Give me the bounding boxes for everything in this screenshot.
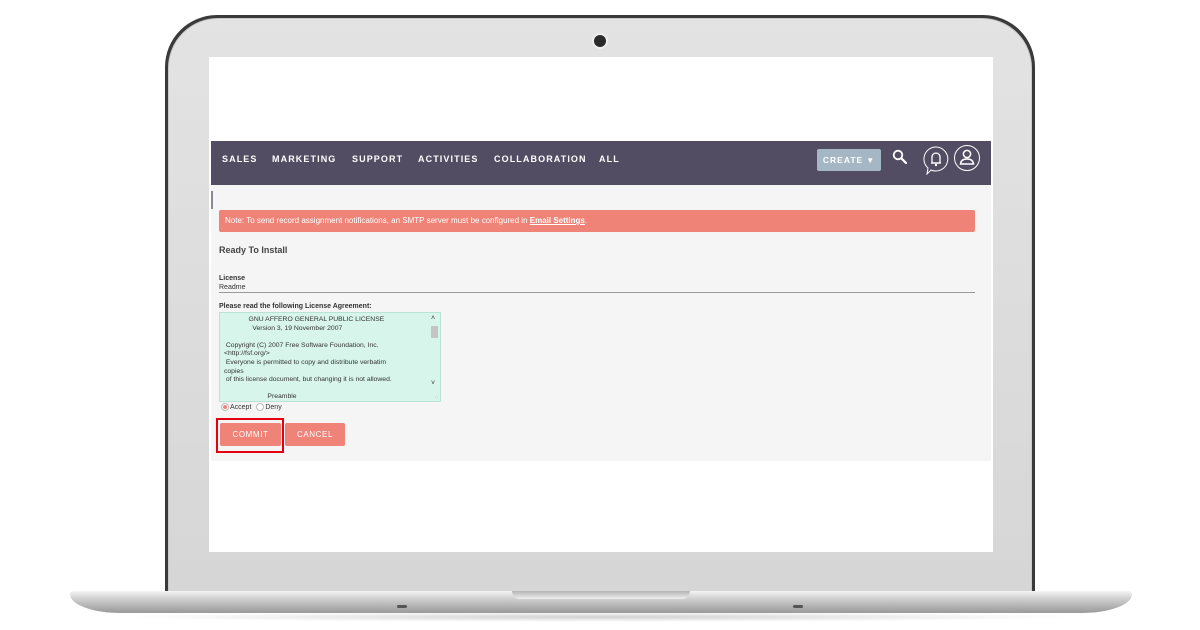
nav-item-all[interactable]: ALL: [599, 141, 620, 185]
license-textarea[interactable]: GNU AFFERO GENERAL PUBLIC LICENSE Versio…: [219, 312, 441, 402]
resize-handle-icon[interactable]: ∴: [435, 394, 438, 400]
nav-item-support[interactable]: SUPPORT: [352, 141, 403, 185]
deny-label: Deny: [265, 403, 282, 411]
scroll-thumb[interactable]: [431, 326, 438, 338]
license-text: GNU AFFERO GENERAL PUBLIC LICENSE Versio…: [224, 316, 392, 401]
create-button[interactable]: CREATE ▼: [817, 149, 881, 171]
smtp-alert-banner: Note: To send record assignment notifica…: [219, 210, 975, 232]
license-prompt: Please read the following License Agreem…: [219, 303, 372, 310]
laptop-foot: [397, 605, 407, 608]
cancel-button[interactable]: CANCEL: [285, 423, 345, 446]
deny-radio[interactable]: [256, 403, 265, 411]
left-edge-indicator: [211, 191, 213, 209]
notifications-bell-icon[interactable]: [922, 145, 950, 180]
search-icon[interactable]: [892, 149, 908, 170]
commit-button[interactable]: COMMIT: [220, 423, 281, 446]
tab-license[interactable]: License: [219, 275, 245, 282]
caret-down-icon: ▼: [866, 156, 876, 165]
alert-suffix: .: [584, 216, 588, 225]
nav-item-sales[interactable]: SALES: [222, 141, 258, 185]
license-choice: Accept Deny: [221, 403, 282, 411]
alert-text: Note: To send record assignment notifica…: [225, 216, 530, 225]
top-navbar: SALES MARKETING SUPPORT ACTIVITIES COLLA…: [211, 141, 991, 185]
nav-item-collaboration[interactable]: COLLABORATION: [494, 141, 587, 185]
install-panel: Note: To send record assignment notifica…: [211, 185, 991, 461]
laptop-opening-notch: [512, 591, 690, 599]
email-settings-link[interactable]: Email Settings: [530, 216, 585, 225]
nav-item-activities[interactable]: ACTIVITIES: [418, 141, 479, 185]
nav-item-marketing[interactable]: MARKETING: [272, 141, 336, 185]
webcam-icon: [594, 35, 606, 47]
laptop-screen: SALES MARKETING SUPPORT ACTIVITIES COLLA…: [209, 57, 993, 552]
create-button-label: CREATE: [822, 155, 864, 165]
page-title: Ready To Install: [219, 245, 288, 255]
accept-label: Accept: [230, 403, 252, 411]
accept-radio[interactable]: [221, 403, 229, 411]
laptop-shadow: [120, 612, 1080, 622]
laptop-foot: [793, 605, 803, 608]
scroll-up-icon[interactable]: ˄: [431, 315, 435, 322]
tab-readme[interactable]: Readme: [219, 284, 245, 291]
user-profile-icon[interactable]: [953, 144, 981, 177]
document-tabs: License Readme: [219, 275, 975, 293]
license-scrollbar[interactable]: ˄ ˅: [429, 314, 439, 392]
scroll-down-icon[interactable]: ˅: [431, 380, 435, 387]
